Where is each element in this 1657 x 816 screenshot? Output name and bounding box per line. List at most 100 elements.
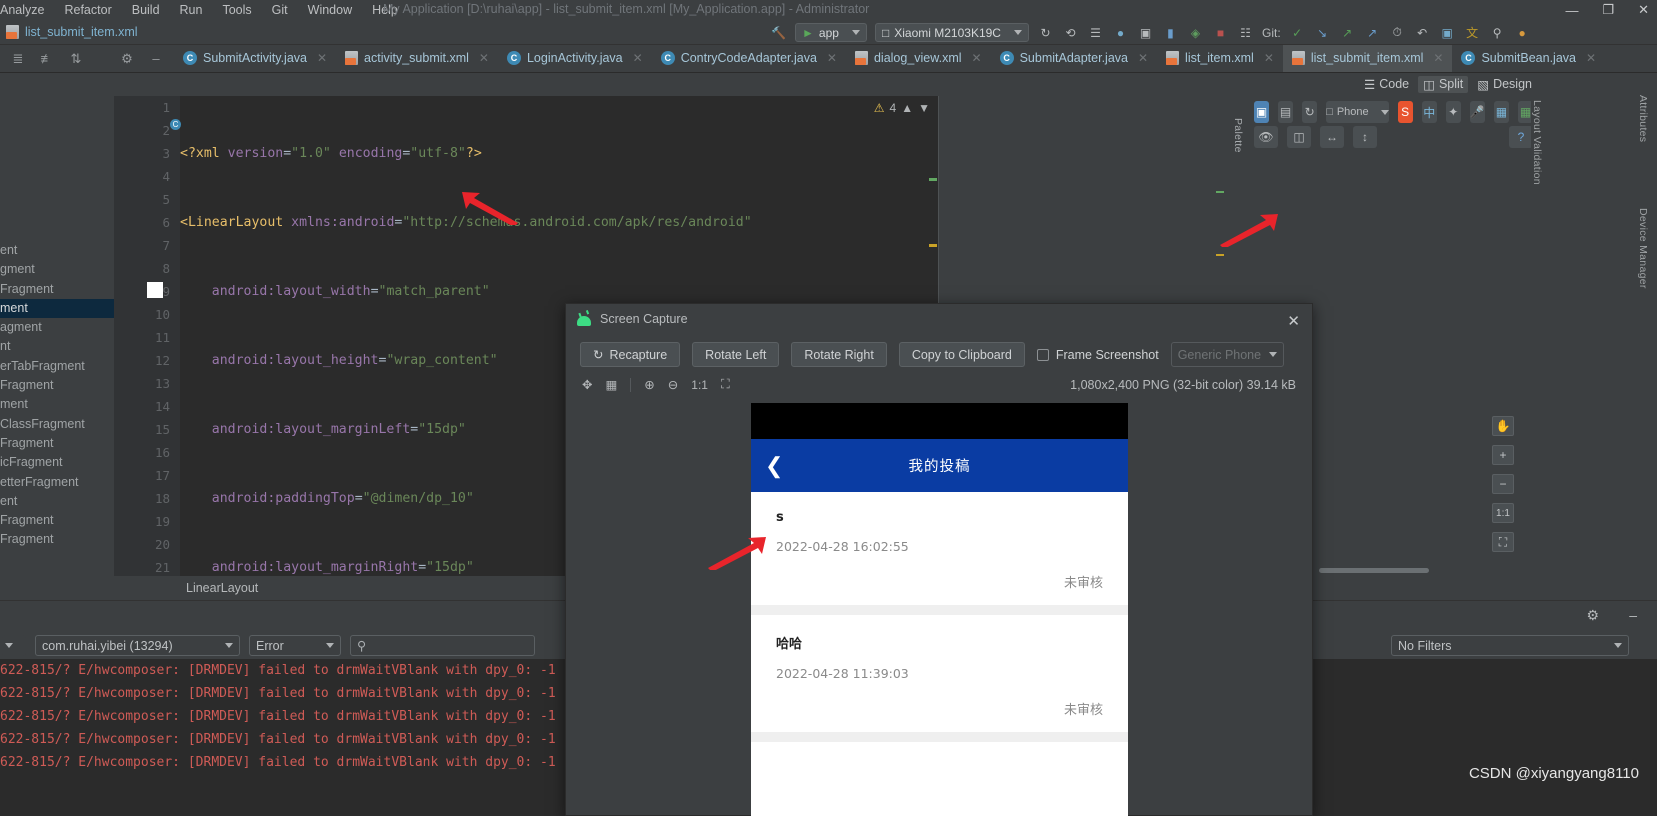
sort-icon[interactable]: ⇅ — [68, 51, 84, 67]
fit-icon[interactable]: ✥ — [582, 377, 592, 392]
menu-item-refactor[interactable]: Refactor — [64, 3, 111, 17]
menu-item-run[interactable]: Run — [180, 3, 203, 17]
dialog-button-row[interactable]: ↻ Recapture Rotate Left Rotate Right Cop… — [566, 334, 1312, 373]
git-push-icon[interactable]: ↗ — [1364, 24, 1381, 41]
menu-item-build[interactable]: Build — [132, 3, 160, 17]
split-pane-icon[interactable]: ◫ — [1287, 126, 1311, 148]
submission-list[interactable]: s 2022-04-28 16:02:55 未审核 哈哈 2022-04-28 … — [751, 492, 1128, 766]
maximize-button[interactable]: ❐ — [1602, 2, 1614, 18]
avd-manager-icon[interactable]: ☰ — [1087, 24, 1104, 41]
zoom-out-icon[interactable]: − — [1492, 474, 1514, 494]
stop-icon[interactable]: ■ — [1212, 24, 1229, 41]
project-tree-panel[interactable]: ent gment Fragment ment agment nt erTabFragmen… — [0, 73, 114, 600]
orientation-icon[interactable]: ↻ — [1302, 101, 1318, 123]
close-button[interactable]: ✕ — [1638, 2, 1649, 18]
close-icon[interactable]: ✕ — [633, 51, 643, 65]
zoom-out-icon[interactable]: ⊖ — [668, 377, 678, 392]
chevron-left-icon[interactable]: ❮ — [765, 453, 783, 479]
menu-item-analyze[interactable]: Analyze — [0, 3, 44, 17]
captured-screenshot[interactable]: ❮ 我的投稿 s 2022-04-28 16:02:55 未审核 哈哈 2022… — [751, 403, 1128, 816]
language-icon[interactable]: 中 — [1421, 101, 1437, 123]
blueprint-mode-icon[interactable]: ▤ — [1278, 101, 1294, 123]
pan-horizontal-icon[interactable]: ↔ — [1320, 126, 1344, 148]
pan-vertical-icon[interactable]: ↕ — [1353, 126, 1377, 148]
fit-screen-icon[interactable]: ⛶ — [721, 377, 730, 392]
close-icon[interactable]: ✕ — [972, 51, 982, 65]
design-toolbar-row-2[interactable]: 👁 ◫ ↔ ↕ ? — [1254, 126, 1533, 148]
device-selector[interactable]: □ Xiaomi M2103K19C — [875, 23, 1029, 42]
component-tree-root[interactable]: LinearLayout — [186, 581, 258, 595]
copy-to-clipboard-button[interactable]: Copy to Clipboard — [898, 342, 1025, 367]
inspection-widget[interactable]: ⚠ 4 ▲ ▼ — [865, 96, 939, 120]
component-tree[interactable]: LinearLayout — [114, 577, 564, 600]
validation-rail[interactable]: Layout Validation — [1531, 96, 1547, 576]
menu-item-tools[interactable]: Tools — [222, 3, 251, 17]
tree-item-1[interactable]: gment — [0, 260, 114, 279]
close-icon[interactable]: ✕ — [1264, 51, 1274, 65]
editor-tab-2[interactable]: C LoginActivity.java ✕ — [498, 45, 652, 72]
window-controls[interactable]: — ❐ ✕ — [1565, 0, 1649, 20]
design-zoom-rail[interactable]: ✋ + − 1:1 ⛶ — [1489, 416, 1517, 561]
layout-validation-label[interactable]: Layout Validation — [1531, 96, 1543, 185]
log-level-combo[interactable]: Error — [249, 635, 341, 656]
menu-item-git[interactable]: Git — [272, 3, 288, 17]
tree-item-9[interactable]: ClassFragment — [0, 415, 114, 434]
menu-bar[interactable]: Analyze Refactor Build Run Tools Git Win… — [0, 3, 398, 17]
prev-problem-icon[interactable]: ▲ — [901, 101, 913, 115]
git-checkout-icon[interactable]: ↘ — [1314, 24, 1331, 41]
editor-tab-0[interactable]: C SubmitActivity.java ✕ — [174, 45, 336, 72]
tab-code[interactable]: ☰ Code — [1359, 76, 1414, 93]
frame-screenshot-checkbox[interactable]: Frame Screenshot — [1036, 348, 1159, 362]
editor-tab-5[interactable]: C SubmitAdapter.java ✕ — [991, 45, 1157, 72]
breadcrumb-label[interactable]: list_submit_item.xml — [25, 25, 138, 39]
tree-item-7[interactable]: Fragment — [0, 376, 114, 395]
git-commit-icon[interactable]: ↗ — [1339, 24, 1356, 41]
close-icon[interactable]: ✕ — [1433, 51, 1443, 65]
design-mode-icon[interactable]: ▣ — [1254, 101, 1270, 123]
editor-tab-7[interactable]: list_submit_item.xml ✕ — [1282, 45, 1453, 72]
color-preview-swatch[interactable] — [147, 282, 163, 298]
help-icon[interactable]: ? — [1509, 126, 1533, 148]
dialog-zoom-toolbar[interactable]: ✥ ▦ ⊕ ⊖ 1:1 ⛶ 1,080x2,400 PNG (32-bit co… — [566, 373, 1312, 396]
editor-tab-8[interactable]: C SubmitBean.java ✕ — [1452, 45, 1605, 72]
locale-icon[interactable]: S — [1397, 101, 1413, 123]
screen-capture-dialog[interactable]: Screen Capture ✕ ↻ Recapture Rotate Left… — [565, 303, 1313, 816]
tree-item-3[interactable]: ment — [0, 298, 114, 319]
minimize-button[interactable]: — — [1565, 3, 1578, 18]
tree-item-8[interactable]: ment — [0, 395, 114, 414]
list-item[interactable]: 哈哈 2022-04-28 11:39:03 未审核 — [751, 615, 1128, 732]
account-icon[interactable]: ● — [1514, 24, 1531, 41]
refresh-icon[interactable]: ⟲ — [1062, 24, 1079, 41]
design-toolbar[interactable]: ▣ ▤ ↻ □ Phone S 中 ✦ 🎤 ▦ ▦ 👁 ◫ ↔ ↕ ? — [1248, 96, 1539, 148]
logcat-hide-icon[interactable]: – — [1629, 607, 1637, 623]
pan-tool-icon[interactable]: ✋ — [1492, 416, 1514, 436]
tab-split[interactable]: ◫ Split — [1418, 75, 1469, 93]
editor-tab-3[interactable]: C ContryCodeAdapter.java ✕ — [652, 45, 846, 72]
tree-item-0[interactable]: ent — [0, 241, 114, 260]
device-picker[interactable]: □ Phone — [1326, 101, 1389, 123]
zoom-actual-icon[interactable]: 1:1 — [1492, 503, 1514, 523]
git-update-icon[interactable]: ✓ — [1289, 24, 1306, 41]
close-icon[interactable]: ✕ — [479, 51, 489, 65]
device-manager-rail-label[interactable]: Device Manager — [1637, 186, 1649, 289]
tree-item-11[interactable]: icFragment — [0, 453, 114, 472]
tree-item-4[interactable]: agment — [0, 318, 114, 337]
editor-tab-1[interactable]: activity_submit.xml ✕ — [336, 45, 498, 72]
tree-item-2[interactable]: Fragment — [0, 280, 114, 299]
main-toolbar[interactable]: 🔨 ► app □ Xiaomi M2103K19C ↻ ⟲ ☰ ● ▣ ▮ ◈… — [770, 20, 1657, 45]
translate-icon[interactable]: 文 — [1464, 24, 1481, 41]
logcat-settings-icon[interactable]: ⚙ — [1586, 607, 1599, 624]
tree-item-12[interactable]: etterFragment — [0, 473, 114, 492]
editor-tab-4[interactable]: dialog_view.xml ✕ — [846, 45, 991, 72]
table-icon[interactable]: ▦ — [1493, 101, 1509, 123]
palette-label[interactable]: Palette — [1232, 96, 1244, 153]
list-item[interactable] — [751, 742, 1128, 766]
view-mode-bar[interactable]: ☰ Code ◫ Split ▧ Design — [1359, 74, 1537, 94]
close-icon[interactable]: ✕ — [827, 51, 837, 65]
expand-all-icon[interactable]: ≢ — [39, 51, 55, 67]
logcat-search-input[interactable]: ⚲ — [350, 635, 535, 656]
no-filters-combo[interactable]: No Filters — [1391, 635, 1629, 656]
sync-gradle-icon[interactable]: ↻ — [1037, 24, 1054, 41]
close-icon[interactable]: ✕ — [317, 51, 327, 65]
class-marker-icon[interactable]: C — [170, 119, 181, 130]
